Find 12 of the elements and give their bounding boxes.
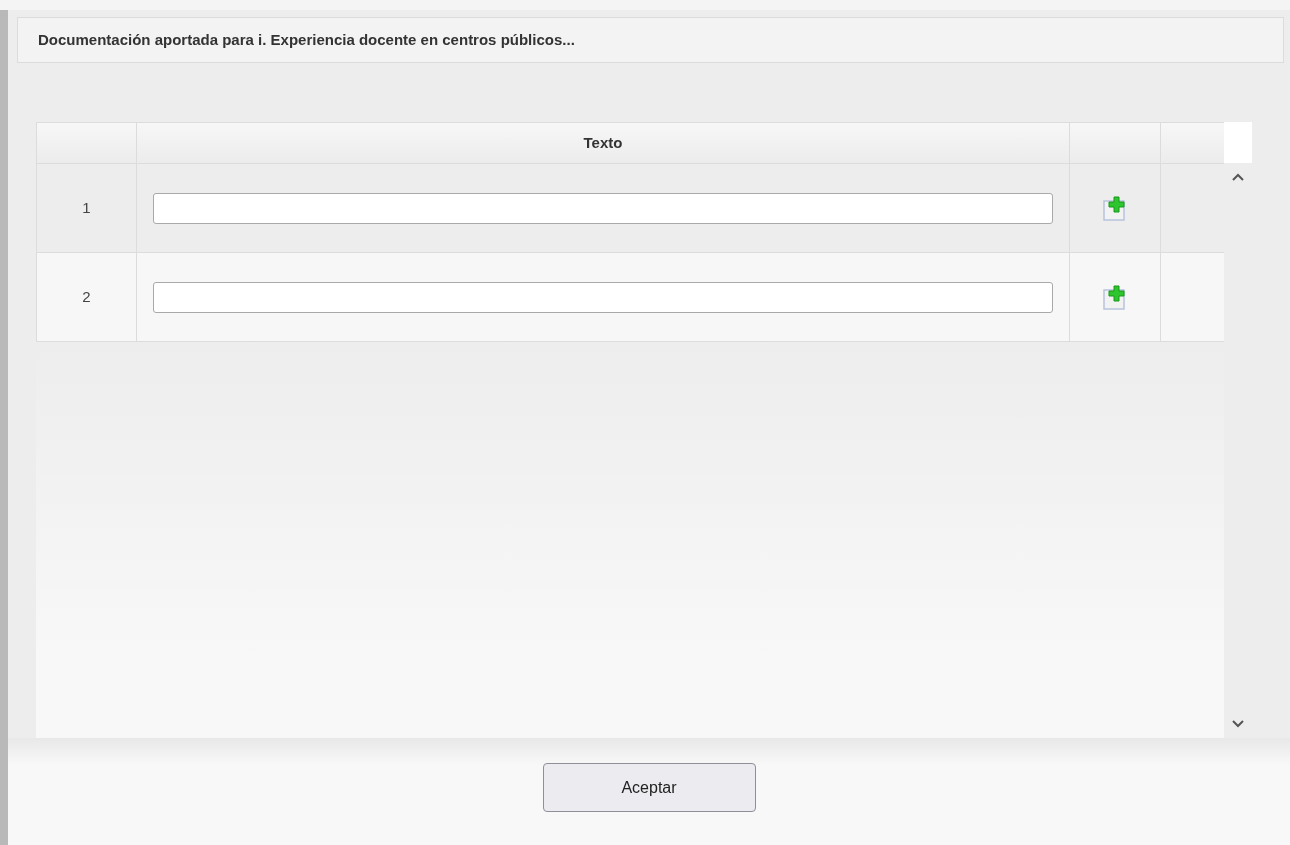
add-document-icon[interactable] [1103, 195, 1127, 221]
dialog-title: Documentación aportada para i. Experiencia docente en centros públicos... [17, 17, 1284, 63]
text-input[interactable] [153, 281, 1053, 313]
row-number: 2 [82, 286, 91, 307]
scroll-up-icon[interactable] [1232, 173, 1244, 181]
column-header: Texto [583, 132, 623, 153]
text-input[interactable] [153, 192, 1053, 224]
header-corner [1224, 122, 1252, 163]
accept-button[interactable]: Aceptar [542, 763, 756, 812]
add-document-icon[interactable] [1103, 284, 1127, 310]
scroll-down-icon[interactable] [1232, 720, 1244, 728]
row-number: 1 [82, 197, 91, 218]
